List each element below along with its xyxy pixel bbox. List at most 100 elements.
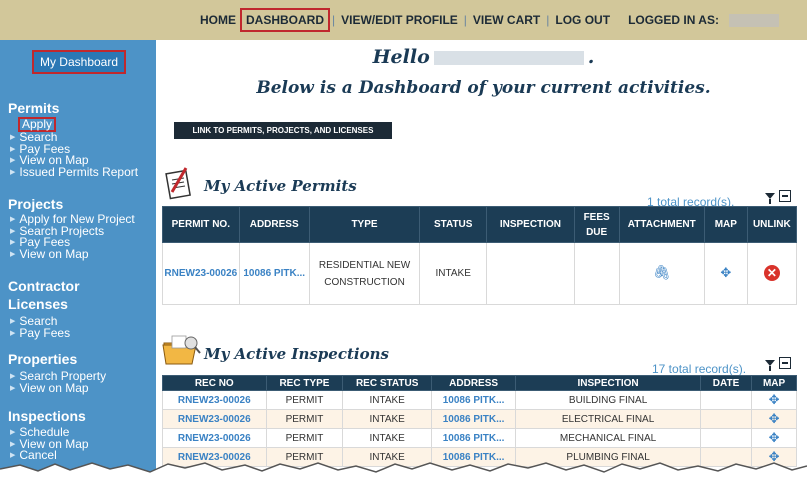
bullet-icon: ▶ <box>10 384 16 392</box>
active-permits-title: My Active Permits <box>204 177 357 195</box>
inspection-name: BUILDING FINAL <box>515 390 701 410</box>
filter-icon[interactable] <box>765 360 775 371</box>
sidebar-item-label: View on Map <box>19 380 89 395</box>
username-redacted <box>728 13 779 27</box>
map-cell: ✥ <box>751 409 797 429</box>
sidebar-item-pay-fees[interactable]: ▶ Pay Fees <box>10 325 71 340</box>
bullet-icon: ▶ <box>10 250 16 258</box>
filter-icon[interactable] <box>765 193 775 204</box>
col-date: DATE <box>699 375 753 391</box>
permits-table: PERMIT NO. ADDRESS TYPE STATUS INSPECTIO… <box>162 206 798 305</box>
greeting-end: . <box>587 46 595 68</box>
torn-edge-decoration <box>0 462 807 481</box>
permit-number-link[interactable]: RNEW23-00026 <box>162 242 240 305</box>
greeting-line: Hello. <box>170 46 797 68</box>
table-row: RNEW23-00026 PERMIT INTAKE 10086 PITK...… <box>162 409 797 429</box>
bullet-icon: ▶ <box>10 373 16 380</box>
sidebar-section-permits: Permits <box>8 100 60 116</box>
sidebar: My Dashboard Permits Apply ▶ Search ▶ Pay … <box>0 40 156 481</box>
bullet-icon: ▶ <box>10 216 16 223</box>
rec-type: PERMIT <box>265 409 344 429</box>
inspection-date <box>699 409 753 429</box>
table-row: RNEW23-00026 PERMIT INTAKE 10086 PITK...… <box>162 390 797 410</box>
link-permits-button[interactable]: LINK TO PERMITS, PROJECTS, AND LICENSES <box>174 122 392 139</box>
bullet-icon: ▶ <box>10 168 16 176</box>
col-inspection: INSPECTION <box>486 206 575 243</box>
map-move-icon[interactable]: ✥ <box>769 392 780 407</box>
table-header-row: PERMIT NO. ADDRESS TYPE STATUS INSPECTIO… <box>162 206 798 243</box>
active-inspections-title: My Active Inspections <box>204 345 389 363</box>
minimize-icon[interactable] <box>779 357 791 369</box>
nav-home[interactable]: HOME <box>196 10 240 30</box>
unlink-cell: ✕ <box>746 242 798 305</box>
sidebar-item-label: View on Map <box>19 246 89 261</box>
permit-status: INTAKE <box>419 242 488 305</box>
sidebar-section-licenses: Licenses <box>8 296 68 312</box>
inspection-date <box>699 390 753 410</box>
sidebar-section-properties: Properties <box>8 351 78 367</box>
dashboard-subtitle: Below is a Dashboard of your current act… <box>256 78 711 98</box>
inspections-tools <box>765 357 791 371</box>
map-cell: ✥ <box>751 390 797 410</box>
bullet-icon: ▶ <box>10 145 16 153</box>
nav-separator: | <box>332 13 336 27</box>
address-link[interactable]: 10086 PITK... <box>430 390 517 410</box>
inspections-table: REC NO REC TYPE REC STATUS ADDRESS INSPE… <box>162 375 797 467</box>
bullet-icon: ▶ <box>10 318 16 325</box>
nav-dashboard[interactable]: DASHBOARD <box>240 8 330 32</box>
inspections-record-count: 17 total record(s). <box>652 362 747 376</box>
map-move-icon[interactable]: ✥ <box>769 430 780 445</box>
minimize-icon[interactable] <box>779 190 791 202</box>
nav-view-edit-profile[interactable]: VIEW/EDIT PROFILE <box>337 10 462 30</box>
col-status: STATUS <box>419 206 488 243</box>
map-move-icon[interactable]: ✥ <box>769 411 780 426</box>
rec-no-link[interactable]: RNEW23-00026 <box>162 390 267 410</box>
map-move-icon[interactable]: ✥ <box>720 265 731 280</box>
col-map: MAP <box>751 375 797 391</box>
sidebar-list-projects: ▶ Apply for New Project ▶ Search Projects … <box>10 213 135 261</box>
permit-fees-due <box>573 242 620 305</box>
inspection-name: ELECTRICAL FINAL <box>515 409 701 429</box>
permit-address-link[interactable]: 10086 PITK... <box>238 242 310 305</box>
sidebar-section-contractor: Contractor <box>8 278 80 294</box>
paperclip-icon[interactable]: 🖇 <box>653 264 671 280</box>
sidebar-item-label: Issued Permits Report <box>19 164 139 179</box>
inspection-name: MECHANICAL FINAL <box>515 428 701 448</box>
rec-status: INTAKE <box>342 390 432 410</box>
col-permit-no: PERMIT NO. <box>162 206 240 243</box>
user-name-redacted <box>433 51 584 65</box>
address-link[interactable]: 10086 PITK... <box>430 409 517 429</box>
nav-logout[interactable]: LOG OUT <box>551 10 614 30</box>
sidebar-section-inspections: Inspections <box>8 408 86 424</box>
logged-in-label: LOGGED IN AS: <box>628 13 719 27</box>
my-dashboard-button[interactable]: My Dashboard <box>32 50 126 74</box>
rec-no-link[interactable]: RNEW23-00026 <box>162 428 267 448</box>
rec-no-link[interactable]: RNEW23-00026 <box>162 409 267 429</box>
nav-view-cart[interactable]: VIEW CART <box>469 10 544 30</box>
permit-inspection <box>486 242 575 305</box>
nav-separator: | <box>463 13 467 27</box>
sidebar-item-label: Pay Fees <box>19 325 71 340</box>
address-link[interactable]: 10086 PITK... <box>430 428 517 448</box>
rec-status: INTAKE <box>342 409 432 429</box>
greeting-panel: Hello. Below is a Dashboard of your curr… <box>170 40 797 114</box>
document-icon <box>165 167 191 200</box>
table-row: RNEW23-00026 PERMIT INTAKE 10086 PITK...… <box>162 428 797 448</box>
sidebar-item-view-on-map[interactable]: ▶ View on Map <box>10 246 135 261</box>
bullet-icon: ▶ <box>10 227 16 235</box>
bullet-icon: ▶ <box>10 440 16 448</box>
col-type: TYPE <box>308 206 421 243</box>
bullet-icon: ▶ <box>10 239 16 246</box>
sidebar-item-issued-permits-report[interactable]: ▶ Issued Permits Report <box>10 164 139 179</box>
sidebar-item-view-on-map[interactable]: ▶ View on Map <box>10 380 106 395</box>
unlink-icon[interactable]: ✕ <box>763 264 780 281</box>
bullet-icon: ▶ <box>10 429 16 436</box>
rec-status: INTAKE <box>342 428 432 448</box>
col-unlink: UNLINK <box>746 206 798 243</box>
permits-tools <box>765 190 791 204</box>
sidebar-list-licenses: ▶ Search ▶ Pay Fees <box>10 315 71 340</box>
permit-type: RESIDENTIAL NEW CONSTRUCTION <box>308 242 421 305</box>
col-rec-status: REC STATUS <box>342 375 432 391</box>
bullet-icon: ▶ <box>10 157 16 164</box>
col-inspection: INSPECTION <box>515 375 701 391</box>
